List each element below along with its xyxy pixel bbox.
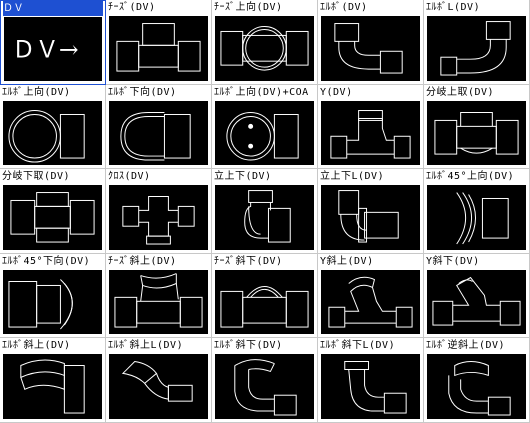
cheese-tee-icon <box>109 16 208 81</box>
fitting-label: ﾁｰｽﾞ斜上(DV) <box>108 255 177 267</box>
elbow-down-icon <box>109 100 208 166</box>
fitting-label: ｴﾙﾎﾞ45°下向(DV) <box>2 255 91 267</box>
elbow-diag-up-long-icon <box>109 354 208 419</box>
fitting-elbow-reverse-diag-up[interactable]: ｴﾙﾎﾞ逆斜上(DV) <box>424 338 530 423</box>
fitting-label: Y斜下(DV) <box>426 255 480 267</box>
y-diag-down-icon <box>427 269 526 335</box>
fitting-elbow-diag-up-l[interactable]: ｴﾙﾎﾞ斜上L(DV) <box>106 338 212 423</box>
cheese-diag-down-icon <box>215 269 314 335</box>
fitting-label: 立上下L(DV) <box>320 171 385 183</box>
fitting-label: ﾁｰｽﾞ上向(DV) <box>214 2 283 13</box>
elbow45-up-icon <box>427 185 526 250</box>
fitting-label: ｴﾙﾎﾞL(DV) <box>426 2 481 13</box>
fitting-elbow-diag-up[interactable]: ｴﾙﾎﾞ斜上(DV) <box>0 338 106 423</box>
branch-top-icon <box>427 100 526 166</box>
fitting-riser[interactable]: 立上下(DV) <box>212 169 318 254</box>
dv-arrow-icon: ＤＶ→ <box>4 17 102 81</box>
fitting-elbow-down[interactable]: ｴﾙﾎﾞ下向(DV) <box>106 84 212 170</box>
fitting-label: ｴﾙﾎﾞ(DV) <box>320 2 368 13</box>
fitting-y-diag-down[interactable]: Y斜下(DV) <box>424 253 530 339</box>
fitting-cross[interactable]: ｸﾛｽ(DV) <box>106 169 212 254</box>
fitting-y[interactable]: Y(DV) <box>318 84 424 170</box>
fitting-label: ｴﾙﾎﾞ斜上L(DV) <box>108 340 184 352</box>
elbow-diag-up-icon <box>3 354 102 419</box>
riser-long-icon <box>321 185 420 250</box>
branch-bottom-icon <box>3 185 102 250</box>
elbow-diag-down-long-icon <box>321 354 420 419</box>
fitting-branch-top[interactable]: 分岐上取(DV) <box>424 84 530 170</box>
fitting-elbow-up-coa[interactable]: ｴﾙﾎﾞ上向(DV)+COA <box>212 84 318 170</box>
fitting-branch-bottom[interactable]: 分岐下取(DV) <box>0 169 106 254</box>
fitting-cheese-diag-up[interactable]: ﾁｰｽﾞ斜上(DV) <box>106 253 212 339</box>
elbow-long-icon <box>427 16 526 81</box>
elbow-reverse-diag-up-icon <box>427 354 526 419</box>
elbow-diag-down-icon <box>215 354 314 419</box>
fitting-label: ＤＶ <box>3 1 103 16</box>
fitting-elbow-up[interactable]: ｴﾙﾎﾞ上向(DV) <box>0 84 106 170</box>
fitting-cheese-up[interactable]: ﾁｰｽﾞ上向(DV) <box>212 0 318 85</box>
fitting-label: ｴﾙﾎﾞ45°上向(DV) <box>426 171 515 183</box>
elbow45-down-icon <box>3 269 102 335</box>
svg-text:ＤＶ→: ＤＶ→ <box>12 36 79 64</box>
fitting-label: 立上下(DV) <box>214 171 272 183</box>
y-branch-icon <box>321 100 420 166</box>
fitting-label: Y(DV) <box>320 86 353 98</box>
fitting-elbow-diag-down[interactable]: ｴﾙﾎﾞ斜下(DV) <box>212 338 318 423</box>
elbow-up-icon <box>3 100 102 166</box>
fitting-label: ｴﾙﾎﾞ斜下(DV) <box>214 340 283 352</box>
fitting-elbow-l[interactable]: ｴﾙﾎﾞL(DV) <box>424 0 530 85</box>
fitting-cheese-diag-down[interactable]: ﾁｰｽﾞ斜下(DV) <box>212 253 318 339</box>
elbow-icon <box>321 16 420 81</box>
fitting-label: ﾁｰｽﾞ斜下(DV) <box>214 255 283 267</box>
fitting-elbow-diag-down-l[interactable]: ｴﾙﾎﾞ斜下L(DV) <box>318 338 424 423</box>
fitting-label: 分岐上取(DV) <box>426 86 495 98</box>
fitting-label: 分岐下取(DV) <box>2 171 71 183</box>
fitting-elbow[interactable]: ｴﾙﾎﾞ(DV) <box>318 0 424 85</box>
fitting-palette-grid: ＤＶ ＤＶ→ ﾁｰｽﾞ(DV) ﾁｰｽﾞ上向(DV) ｴﾙﾎﾞ(DV) ｴﾙﾎﾞ… <box>0 0 530 423</box>
fitting-label: ｴﾙﾎﾞ斜下L(DV) <box>320 340 396 352</box>
cheese-up-icon <box>215 16 314 81</box>
fitting-cheese[interactable]: ﾁｰｽﾞ(DV) <box>106 0 212 85</box>
cheese-diag-up-icon <box>109 269 208 335</box>
fitting-label: ﾁｰｽﾞ(DV) <box>108 2 156 13</box>
fitting-y-diag-up[interactable]: Y斜上(DV) <box>318 253 424 339</box>
fitting-label: ｴﾙﾎﾞ下向(DV) <box>108 86 177 98</box>
fitting-dv[interactable]: ＤＶ ＤＶ→ <box>0 0 106 85</box>
fitting-label: Y斜上(DV) <box>320 255 374 267</box>
y-diag-up-icon <box>321 269 420 335</box>
fitting-label: ｸﾛｽ(DV) <box>108 171 151 183</box>
fitting-riser-l[interactable]: 立上下L(DV) <box>318 169 424 254</box>
elbow-up-coa-icon <box>215 100 314 166</box>
fitting-label: ｴﾙﾎﾞ逆斜上(DV) <box>426 340 506 352</box>
fitting-label: ｴﾙﾎﾞ上向(DV)+COA <box>214 86 309 98</box>
fitting-label: ｴﾙﾎﾞ斜上(DV) <box>2 340 71 352</box>
fitting-label: ｴﾙﾎﾞ上向(DV) <box>2 86 71 98</box>
riser-icon <box>215 185 314 250</box>
fitting-elbow45-up[interactable]: ｴﾙﾎﾞ45°上向(DV) <box>424 169 530 254</box>
fitting-elbow45-down[interactable]: ｴﾙﾎﾞ45°下向(DV) <box>0 253 106 339</box>
cross-icon <box>109 185 208 250</box>
